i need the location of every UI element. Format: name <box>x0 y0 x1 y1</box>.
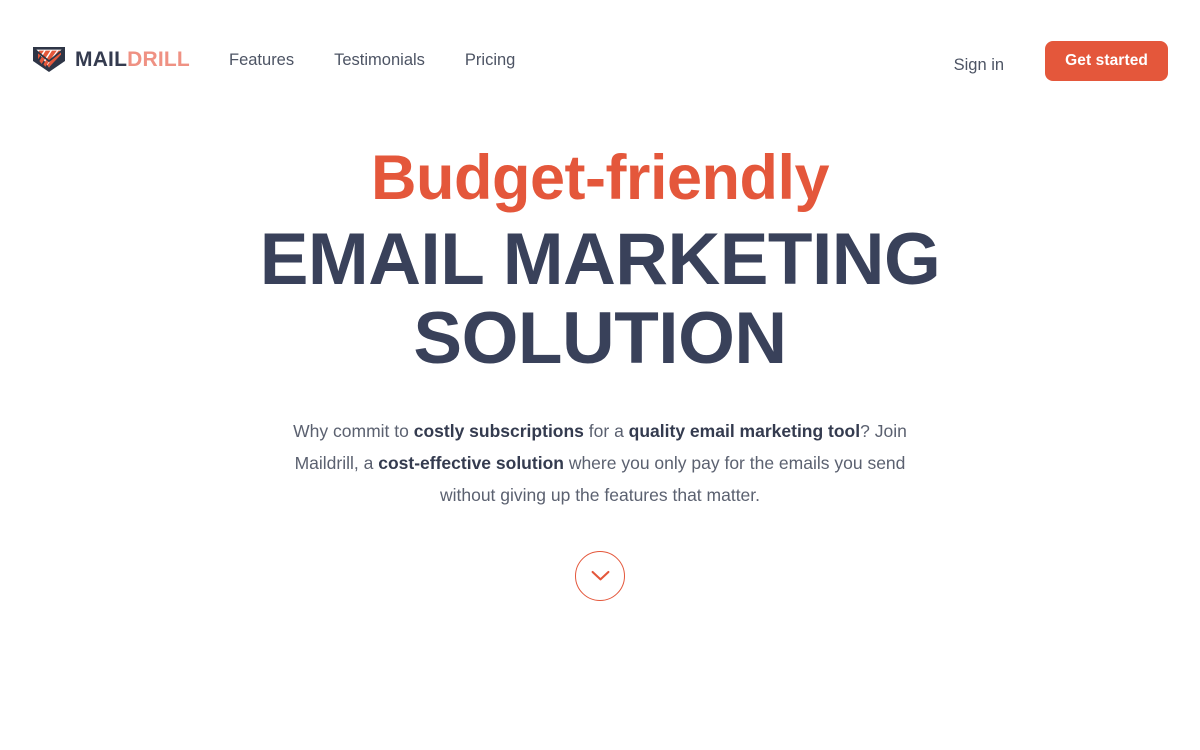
get-started-button[interactable]: Get started <box>1045 41 1168 81</box>
chevron-down-icon <box>591 570 610 582</box>
hero-copy-text-2: for a <box>583 420 629 441</box>
scroll-down-button[interactable] <box>575 551 625 601</box>
sign-in-link[interactable]: Sign in <box>954 46 1004 76</box>
main-navigation: Features Testimonials Pricing <box>229 49 515 71</box>
nav-item-testimonials[interactable]: Testimonials <box>334 49 425 71</box>
brand-word-mail: MAIL <box>75 47 128 71</box>
hero-section: Budget-friendly EMAIL MARKETING SOLUTION… <box>0 120 1200 601</box>
header-actions: Sign in Get started <box>954 41 1168 81</box>
hero-copy-text-1: Why commit to <box>293 420 414 441</box>
hero-title: EMAIL MARKETING SOLUTION <box>259 218 941 380</box>
brand-wordmark: MAILDRILL <box>75 49 190 70</box>
nav-item-pricing[interactable]: Pricing <box>465 49 515 71</box>
hero-copy-bold-1: costly subscriptions <box>413 420 584 441</box>
hero-copy-bold-3: cost-effective solution <box>378 452 564 473</box>
brand-logo[interactable]: MAILDRILL <box>32 45 190 73</box>
hero-paragraph: Why commit to costly subscriptions for a… <box>280 379 920 511</box>
maildrill-shield-icon <box>32 45 66 73</box>
site-header: MAILDRILL Features Testimonials Pricing … <box>0 0 1200 120</box>
brand-word-drill: DRILL <box>127 47 190 71</box>
nav-item-features[interactable]: Features <box>229 49 294 71</box>
hero-copy-bold-2: quality email marketing tool <box>628 420 861 441</box>
hero-eyebrow: Budget-friendly <box>371 143 830 213</box>
